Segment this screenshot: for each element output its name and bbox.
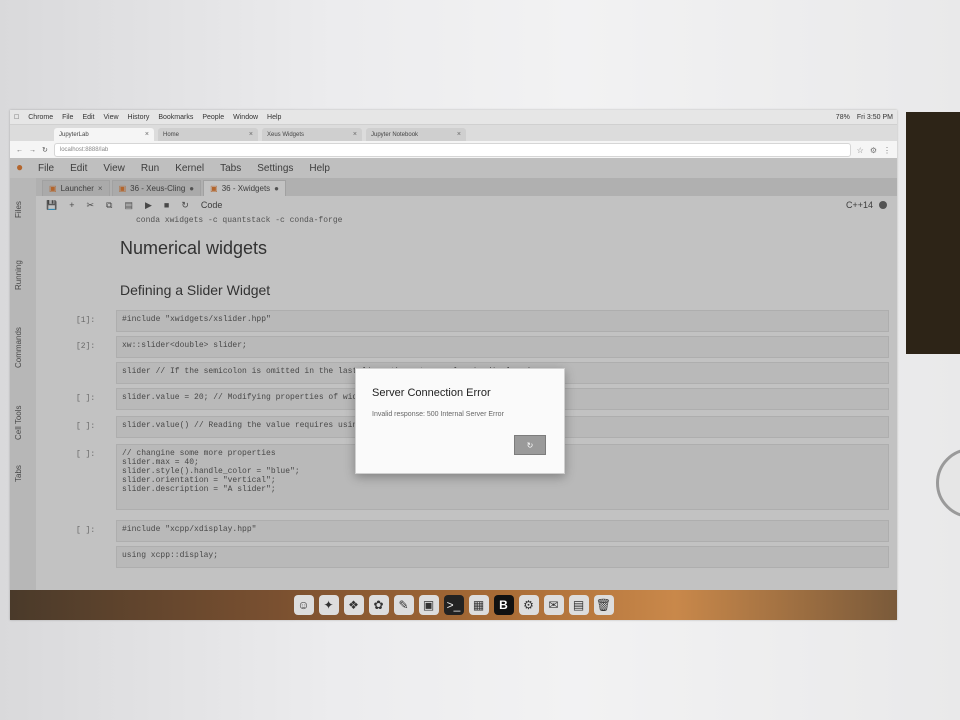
menubar-item[interactable]: Edit	[82, 114, 94, 121]
star-icon[interactable]: ☆	[857, 146, 864, 155]
safari-icon[interactable]: ❖	[343, 595, 364, 615]
terminal-icon[interactable]: >_	[443, 595, 464, 615]
menubar-item[interactable]: View	[104, 114, 119, 121]
browser-tab-label: JupyterLab	[59, 131, 89, 138]
macos-dock: ☺ ✦ ❖ ✿ ✎ ▣ >_ ▦ B ⚙ ✉ ▤ 🗑	[10, 590, 897, 620]
preview-icon[interactable]: ▣	[418, 595, 439, 615]
browser-tabstrip: JupyterLab × Home × Xeus Widgets × Jupyter …	[10, 125, 897, 141]
room-dark-panel	[906, 112, 960, 354]
browser-tab-label: Xeus Widgets	[267, 131, 305, 138]
calendar-icon[interactable]: ▦	[468, 595, 489, 615]
finder-icon[interactable]: ☺	[293, 595, 314, 615]
browser-tab[interactable]: Xeus Widgets ×	[262, 128, 362, 141]
dialog-title: Server Connection Error	[372, 387, 491, 399]
photos-icon[interactable]: ✿	[368, 595, 389, 615]
reload-icon[interactable]: ↻	[42, 146, 48, 154]
menubar-item[interactable]: Help	[267, 114, 281, 121]
menubar-item[interactable]: Bookmarks	[158, 114, 193, 121]
browser-tab[interactable]: JupyterLab ×	[54, 128, 154, 141]
refresh-icon: ↻	[526, 440, 534, 450]
clock-status[interactable]: Fri 3:50 PM	[857, 114, 893, 121]
url-input[interactable]: localhost:8888/lab	[53, 143, 851, 157]
menu-icon[interactable]: ⋮	[883, 146, 891, 155]
books-icon[interactable]: ▤	[568, 595, 589, 615]
apple-icon[interactable]: 	[14, 114, 19, 121]
back-icon[interactable]: ←	[16, 147, 23, 154]
close-icon[interactable]: ×	[353, 131, 357, 138]
mail-icon[interactable]: ✉	[543, 595, 564, 615]
notes-icon[interactable]: ✎	[393, 595, 414, 615]
browser-tab[interactable]: Jupyter Notebook ×	[366, 128, 466, 141]
extension-icon[interactable]: ⚙	[870, 146, 877, 155]
menubar-item[interactable]: History	[128, 114, 150, 121]
bbedit-icon[interactable]: B	[493, 595, 514, 615]
close-icon[interactable]: ×	[249, 131, 253, 138]
settings-icon[interactable]: ⚙	[518, 595, 539, 615]
trash-icon[interactable]: 🗑	[593, 595, 614, 615]
close-icon[interactable]: ×	[145, 131, 149, 138]
mac-menubar:  Chrome File Edit View History Bookmark…	[10, 110, 897, 125]
menubar-item[interactable]: People	[202, 114, 224, 121]
menubar-item[interactable]: Chrome	[28, 114, 53, 121]
menubar-item[interactable]: Window	[233, 114, 258, 121]
wall-clock	[936, 448, 960, 518]
close-icon[interactable]: ×	[457, 131, 461, 138]
dialog-message: Invalid response: 500 Internal Server Er…	[372, 411, 504, 418]
browser-tab[interactable]: Home ×	[158, 128, 258, 141]
forward-icon[interactable]: →	[29, 147, 36, 154]
server-connection-error-dialog: Server Connection Error Invalid response…	[355, 368, 565, 474]
url-text: localhost:8888/lab	[59, 147, 109, 153]
menubar-item[interactable]: File	[62, 114, 73, 121]
browser-tab-label: Jupyter Notebook	[371, 131, 419, 138]
jupyterlab-window: ● File Edit View Run Kernel Tabs Setting…	[10, 158, 897, 620]
projected-screen:  Chrome File Edit View History Bookmark…	[10, 110, 897, 620]
dialog-refresh-button[interactable]: ↻	[514, 435, 546, 455]
browser-tab-label: Home	[163, 131, 180, 138]
launchpad-icon[interactable]: ✦	[318, 595, 339, 615]
battery-status[interactable]: 78%	[836, 114, 850, 121]
